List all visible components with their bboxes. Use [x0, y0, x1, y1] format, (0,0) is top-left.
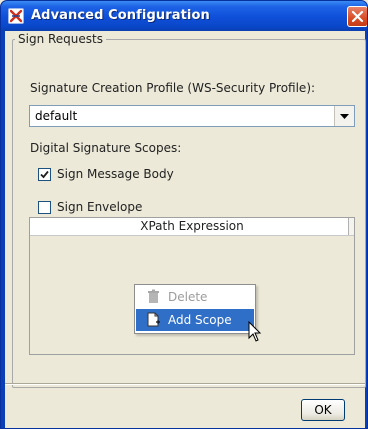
profile-label: Signature Creation Profile (WS-Security …: [30, 81, 316, 95]
title-bar[interactable]: Advanced Configuration: [1, 1, 367, 31]
profile-dropdown[interactable]: default: [29, 105, 355, 127]
dropdown-arrow-button[interactable]: [334, 106, 354, 126]
window-title: Advanced Configuration: [31, 8, 210, 23]
sign-message-body-checkbox[interactable]: [38, 168, 51, 181]
app-logo-icon: [8, 8, 24, 24]
close-icon: [348, 10, 367, 29]
menu-item-delete-label: Delete: [168, 290, 208, 304]
chevron-down-icon: [335, 114, 354, 129]
menu-item-delete[interactable]: Delete: [136, 286, 254, 308]
context-menu: Delete Add Scope: [134, 284, 256, 334]
xpath-column-header[interactable]: XPath Expression: [30, 218, 354, 236]
sign-message-body-label[interactable]: Sign Message Body: [57, 167, 174, 181]
dialog-window: Advanced Configuration Sign Requests Sig…: [0, 0, 368, 429]
close-button[interactable]: [347, 6, 367, 29]
profile-dropdown-value: default: [35, 109, 78, 123]
dialog-content: Sign Requests Signature Creation Profile…: [5, 31, 366, 428]
header-cap: [348, 218, 354, 235]
sign-requests-legend: Sign Requests: [15, 32, 106, 46]
menu-item-add-scope-label: Add Scope: [168, 313, 232, 327]
sign-envelope-checkbox[interactable]: [38, 201, 51, 214]
trash-icon: [146, 289, 161, 305]
scopes-label: Digital Signature Scopes:: [30, 141, 182, 155]
xpath-column-header-label: XPath Expression: [140, 219, 244, 233]
sign-envelope-label[interactable]: Sign Envelope: [57, 200, 142, 214]
ok-button[interactable]: OK: [301, 399, 345, 421]
mouse-pointer-icon: [248, 320, 262, 343]
add-document-icon: [146, 312, 161, 328]
footer-separator: [5, 383, 365, 385]
menu-item-add-scope[interactable]: Add Scope: [136, 309, 254, 331]
